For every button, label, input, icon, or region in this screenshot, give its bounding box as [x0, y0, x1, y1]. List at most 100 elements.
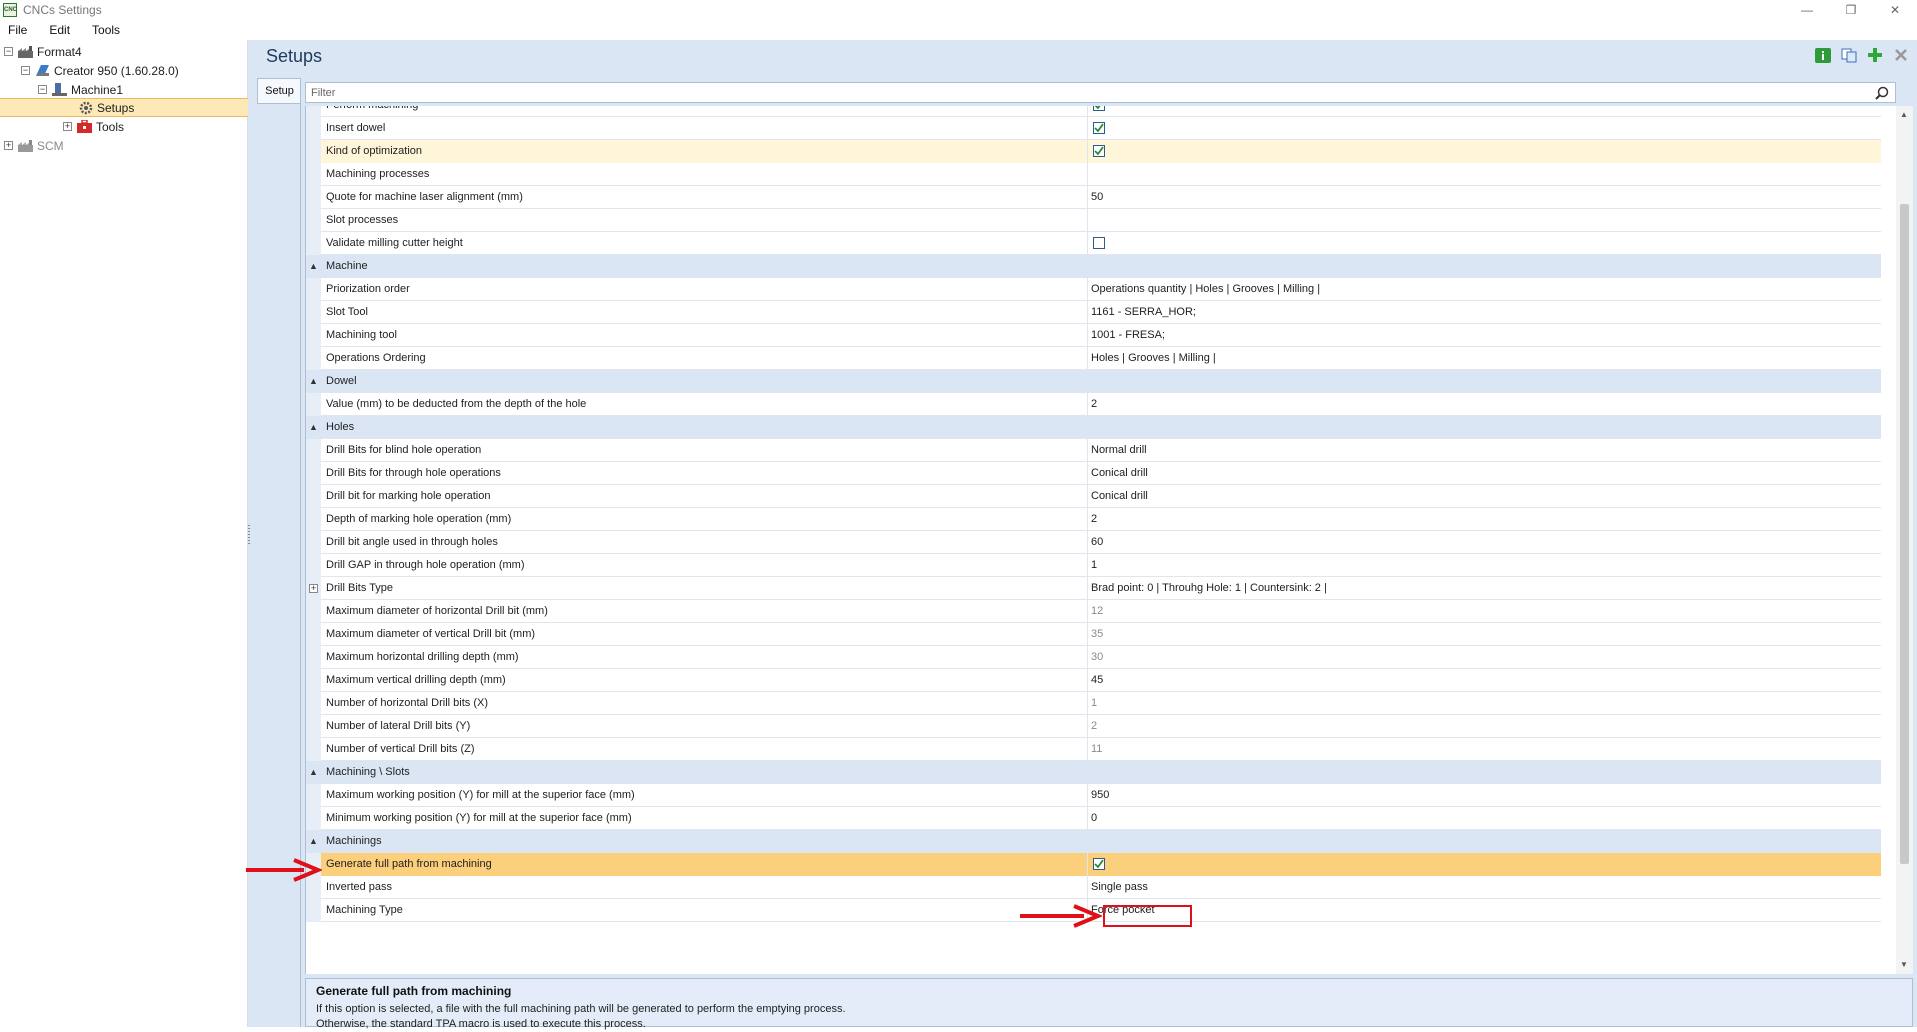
property-row[interactable]: Drill bit for marking hole operation Coni…: [306, 484, 1881, 508]
property-row[interactable]: Drill Bits for through hole operations Co…: [306, 461, 1881, 485]
checkbox-checked[interactable]: [1093, 857, 1105, 870]
property-row[interactable]: Machining processes: [306, 162, 1881, 186]
scrollbar-thumb[interactable]: [1900, 204, 1909, 864]
checkbox-checked[interactable]: [1093, 106, 1105, 111]
copy-icon[interactable]: [1840, 47, 1857, 63]
property-value[interactable]: 950: [1088, 784, 1881, 807]
property-value[interactable]: [1088, 163, 1881, 186]
category-row[interactable]: ▲ Dowel: [306, 369, 1881, 393]
tree-item-machine1[interactable]: − Machine1: [38, 80, 123, 99]
property-row[interactable]: Value (mm) to be deducted from the depth…: [306, 392, 1881, 416]
tab-setup[interactable]: Setup: [257, 78, 301, 104]
property-row[interactable]: Validate milling cutter height: [306, 231, 1881, 255]
info-icon[interactable]: [1814, 47, 1831, 63]
property-value[interactable]: [1088, 209, 1881, 232]
add-icon[interactable]: [1866, 47, 1883, 63]
collapse-caret-icon[interactable]: ▲: [309, 836, 318, 846]
property-value[interactable]: [1088, 117, 1881, 140]
category-row[interactable]: ▲ Machining \ Slots: [306, 760, 1881, 784]
property-row[interactable]: Operations Ordering Holes | Grooves | Mil…: [306, 346, 1881, 370]
checkbox-checked[interactable]: [1093, 121, 1105, 134]
tree-item-tools[interactable]: + Tools: [63, 117, 124, 136]
category-row[interactable]: ▲ Holes: [306, 415, 1881, 439]
checkbox-checked[interactable]: [1093, 144, 1105, 157]
property-row[interactable]: + Drill Bits Type Brad point: 0 | Throuhg …: [306, 576, 1881, 600]
tree-item-setups[interactable]: Setups: [0, 98, 248, 117]
category-row[interactable]: ▲ Machinings: [306, 829, 1881, 853]
tree-item-scm[interactable]: + SCM: [4, 136, 64, 155]
property-value[interactable]: 1161 - SERRA_HOR;: [1088, 301, 1881, 324]
minimize-button[interactable]: —: [1785, 0, 1829, 20]
property-value[interactable]: [1088, 852, 1881, 876]
property-value[interactable]: 2: [1088, 715, 1881, 738]
property-value[interactable]: Force pocket: [1088, 899, 1881, 922]
filter-input[interactable]: Filter: [305, 82, 1896, 103]
property-row[interactable]: Number of vertical Drill bits (Z) 11: [306, 737, 1881, 761]
property-row[interactable]: Priorization order Operations quantity | …: [306, 277, 1881, 301]
vertical-scrollbar[interactable]: ▲ ▼: [1896, 106, 1913, 974]
expand-icon[interactable]: +: [4, 141, 13, 150]
tree-item-format4[interactable]: − Format4: [4, 42, 82, 61]
property-value[interactable]: 2: [1088, 393, 1881, 416]
menu-edit[interactable]: Edit: [41, 23, 78, 37]
menu-file[interactable]: File: [0, 23, 35, 37]
property-row[interactable]: Slot processes: [306, 208, 1881, 232]
property-row[interactable]: Generate full path from machining: [306, 852, 1881, 876]
property-value[interactable]: 0: [1088, 807, 1881, 830]
search-icon[interactable]: [1875, 86, 1889, 103]
property-value[interactable]: 60: [1088, 531, 1881, 554]
collapse-icon[interactable]: −: [4, 47, 13, 56]
scroll-up-icon[interactable]: ▲: [1900, 110, 1908, 119]
tree-item-creator[interactable]: − Creator 950 (1.60.28.0): [21, 61, 179, 80]
collapse-caret-icon[interactable]: ▲: [309, 422, 318, 432]
expand-icon[interactable]: +: [309, 583, 318, 593]
property-row[interactable]: Maximum horizontal drilling depth (mm) 30: [306, 645, 1881, 669]
property-value[interactable]: Brad point: 0 | Throuhg Hole: 1 | Counte…: [1088, 577, 1881, 600]
menu-tools[interactable]: Tools: [84, 23, 128, 37]
property-row[interactable]: Quote for machine laser alignment (mm) 50: [306, 185, 1881, 209]
property-row[interactable]: Depth of marking hole operation (mm) 2: [306, 507, 1881, 531]
restore-button[interactable]: ❐: [1829, 0, 1873, 20]
property-row[interactable]: Minimum working position (Y) for mill at…: [306, 806, 1881, 830]
property-value[interactable]: 35: [1088, 623, 1881, 646]
property-value[interactable]: 2: [1088, 508, 1881, 531]
property-value[interactable]: [1088, 106, 1881, 117]
property-value[interactable]: 45: [1088, 669, 1881, 692]
property-row[interactable]: Maximum vertical drilling depth (mm) 45: [306, 668, 1881, 692]
property-row[interactable]: Perform machining: [306, 106, 1881, 117]
property-value[interactable]: Single pass: [1088, 876, 1881, 899]
property-value[interactable]: 30: [1088, 646, 1881, 669]
property-row[interactable]: Maximum diameter of vertical Drill bit (…: [306, 622, 1881, 646]
property-row[interactable]: Drill bit angle used in through holes 60: [306, 530, 1881, 554]
collapse-icon[interactable]: −: [38, 85, 47, 94]
property-row[interactable]: Machining tool 1001 - FRESA;: [306, 323, 1881, 347]
property-value[interactable]: 12: [1088, 600, 1881, 623]
property-row[interactable]: Number of lateral Drill bits (Y) 2: [306, 714, 1881, 738]
property-value[interactable]: 11: [1088, 738, 1881, 761]
property-value[interactable]: Holes | Grooves | Milling |: [1088, 347, 1881, 370]
property-value[interactable]: 1001 - FRESA;: [1088, 324, 1881, 347]
property-row[interactable]: Kind of optimization: [306, 139, 1881, 163]
property-value[interactable]: Operations quantity | Holes | Grooves | …: [1088, 278, 1881, 301]
collapse-caret-icon[interactable]: ▲: [309, 261, 318, 271]
property-row[interactable]: Slot Tool 1161 - SERRA_HOR;: [306, 300, 1881, 324]
property-value[interactable]: [1088, 139, 1881, 163]
property-value[interactable]: 1: [1088, 554, 1881, 577]
collapse-icon[interactable]: −: [21, 66, 30, 75]
property-row[interactable]: Maximum diameter of horizontal Drill bit…: [306, 599, 1881, 623]
close-button[interactable]: ✕: [1873, 0, 1917, 20]
property-value[interactable]: [1088, 232, 1881, 255]
property-value[interactable]: 1: [1088, 692, 1881, 715]
property-row[interactable]: Maximum working position (Y) for mill at…: [306, 783, 1881, 807]
category-row[interactable]: ▲ Machine: [306, 254, 1881, 278]
checkbox-unchecked[interactable]: [1093, 236, 1105, 249]
property-value[interactable]: Conical drill: [1088, 485, 1881, 508]
property-row[interactable]: Drill GAP in through hole operation (mm)…: [306, 553, 1881, 577]
scroll-down-icon[interactable]: ▼: [1900, 960, 1908, 969]
expand-icon[interactable]: +: [63, 122, 72, 131]
delete-icon[interactable]: [1892, 47, 1909, 63]
collapse-caret-icon[interactable]: ▲: [309, 376, 318, 386]
property-row[interactable]: Insert dowel: [306, 116, 1881, 140]
property-value[interactable]: 50: [1088, 186, 1881, 209]
collapse-caret-icon[interactable]: ▲: [309, 767, 318, 777]
